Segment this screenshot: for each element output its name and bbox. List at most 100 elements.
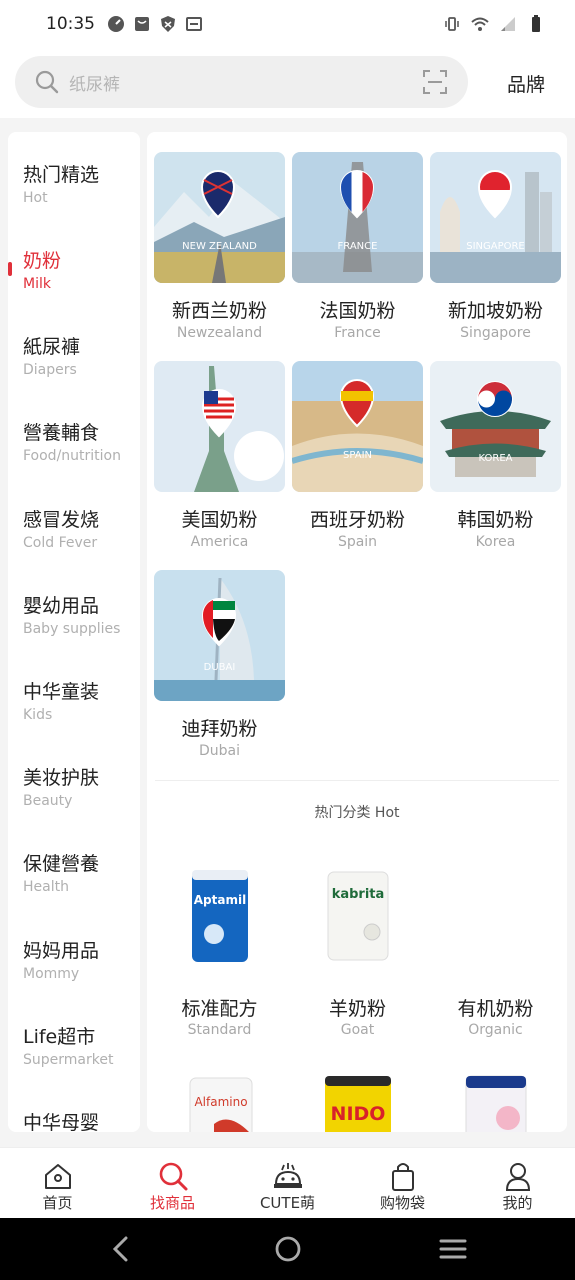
country-image: KOREA [430,361,561,492]
product-label: 羊奶粉 [328,998,386,1020]
sidebar-item-maternal[interactable]: 中华母婴 [8,1108,140,1132]
calendar-icon [186,17,202,31]
country-label: 韩国奶粉 [457,509,534,531]
country-card-dubai[interactable]: DUBAI 迪拜奶粉 Dubai [154,570,286,759]
system-status-icons [443,15,545,33]
sidebar-item-sublabel: Baby supplies [23,621,121,637]
search-input[interactable]: 纸尿裤 [15,56,468,108]
sidebar-item-label: 美妆护肤 [23,767,100,789]
country-overlay-text: NEW ZEALAND [182,241,257,252]
country-card-korea[interactable]: KOREA 韩国奶粉 Korea [430,361,562,550]
nav-label: 找商品 [149,1194,195,1212]
country-label: 美国奶粉 [181,509,258,531]
sidebar-item-kids[interactable]: 中华童装 Kids [8,677,140,757]
sidebar-item-label: 營養輔食 [23,422,100,444]
country-sublabel: France [334,325,381,341]
search-icon [35,70,59,94]
scan-icon[interactable] [422,69,448,95]
country-sublabel: Korea [475,534,516,550]
wifi-icon [471,17,489,31]
mascot-icon [274,1163,302,1188]
sidebar-item-sublabel: Food/nutrition [23,448,121,464]
shield-icon [161,16,175,32]
country-sublabel: Newzealand [176,325,263,341]
country-image: DUBAI [154,570,285,701]
product-sublabel: Goat [340,1022,375,1038]
nav-find-products[interactable]: 找商品 [115,1148,230,1219]
search-icon [159,1162,188,1191]
sidebar-item-sublabel: Kids [23,707,53,723]
sidebar-item-food[interactable]: 營養輔食 Food/nutrition [8,418,140,498]
profile-icon [505,1163,531,1191]
sidebar-item-label: 中华童装 [23,681,100,703]
country-overlay-text: SPAIN [343,450,372,461]
bottom-navigation: 首页 找商品 CUTE萌 购物袋 我的 [0,1147,575,1218]
sidebar-item-health[interactable]: 保健營養 Health [8,849,140,929]
sidebar-item-label: Life超市 [23,1026,96,1048]
sidebar-item-label: 感冒发烧 [23,509,100,531]
sidebar-item-sublabel: Milk [23,276,51,292]
product-label: 标准配方 [181,998,258,1020]
product-brand-text: NIDO [331,1103,386,1125]
sidebar-item-label: 保健營養 [23,853,100,875]
nav-label: 我的 [502,1194,533,1212]
sidebar-item-sublabel: Beauty [23,793,73,809]
brand-button[interactable]: 品牌 [507,70,545,97]
speedometer-icon [108,16,124,32]
sidebar-item-hot[interactable]: 热门精选 Hot [8,160,140,240]
country-image: SPAIN [292,361,423,492]
country-overlay-text: FRANCE [338,241,378,252]
section-divider [155,780,559,781]
sidebar-item-sublabel: Mommy [23,966,80,982]
sidebar-item-sublabel: Hot [23,190,48,206]
sidebar-item-supermarket[interactable]: Life超市 Supermarket [8,1022,140,1102]
country-sublabel: Singapore [460,325,531,341]
home-icon [45,1164,71,1189]
sidebar-item-beauty[interactable]: 美妆护肤 Beauty [8,763,140,843]
nav-cute[interactable]: CUTE萌 [230,1148,345,1219]
search-header: 纸尿裤 品牌 [0,48,575,118]
country-card-france[interactable]: FRANCE 法国奶粉 France [292,152,424,341]
sidebar-item-milk[interactable]: 奶粉 Milk [8,246,140,326]
vibrate-icon [445,17,459,31]
hot-section-title: 热门分类 Hot [314,805,400,821]
country-label: 新加坡奶粉 [447,300,543,322]
menu-icon[interactable] [438,1234,468,1264]
country-card-america[interactable]: 美国奶粉 America [154,361,286,550]
country-label: 新西兰奶粉 [171,300,267,322]
product-label: 有机奶粉 [457,998,534,1020]
sidebar-item-label: 中华母婴 [23,1112,100,1132]
country-label: 迪拜奶粉 [181,718,258,740]
sidebar-item-cold-fever[interactable]: 感冒发烧 Cold Fever [8,505,140,585]
country-card-spain[interactable]: SPAIN 西班牙奶粉 Spain [292,361,424,550]
sidebar-item-label: 奶粉 [23,250,62,272]
country-sublabel: Dubai [198,743,240,759]
sidebar-item-label: 嬰幼用品 [23,595,100,617]
country-image [154,361,285,492]
aptamil-can-image: Aptamil [192,870,248,962]
battery-icon [532,15,540,32]
organic-can-image [465,1075,527,1132]
sidebar-item-baby-supplies[interactable]: 嬰幼用品 Baby supplies [8,591,140,671]
bag-notification-icon [135,17,149,31]
sidebar-item-diapers[interactable]: 紙尿褲 Diapers [8,332,140,412]
signal-icon [501,17,515,31]
country-card-singapore[interactable]: SINGAPORE 新加坡奶粉 Singapore [430,152,562,341]
back-icon[interactable] [106,1234,136,1264]
sidebar-item-sublabel: Health [23,879,69,895]
home-circle-icon[interactable] [273,1234,303,1264]
country-card-newzealand[interactable]: NEW ZEALAND 新西兰奶粉 Newzealand [154,152,286,341]
nav-shopping-bag[interactable]: 购物袋 [345,1148,460,1219]
country-overlay-text: KOREA [479,453,513,464]
nav-label: 购物袋 [379,1194,425,1212]
sidebar-item-mommy[interactable]: 妈妈用品 Mommy [8,936,140,1016]
status-bar: 10:35 [0,0,575,48]
product-sublabel: Organic [468,1022,523,1038]
nav-profile[interactable]: 我的 [460,1148,575,1219]
country-sublabel: Spain [337,534,378,550]
nav-home[interactable]: 首页 [0,1148,115,1219]
country-sublabel: America [190,534,249,550]
sidebar-item-sublabel: Diapers [23,362,77,378]
country-overlay-text: SINGAPORE [466,241,525,252]
search-placeholder: 纸尿裤 [69,74,120,95]
